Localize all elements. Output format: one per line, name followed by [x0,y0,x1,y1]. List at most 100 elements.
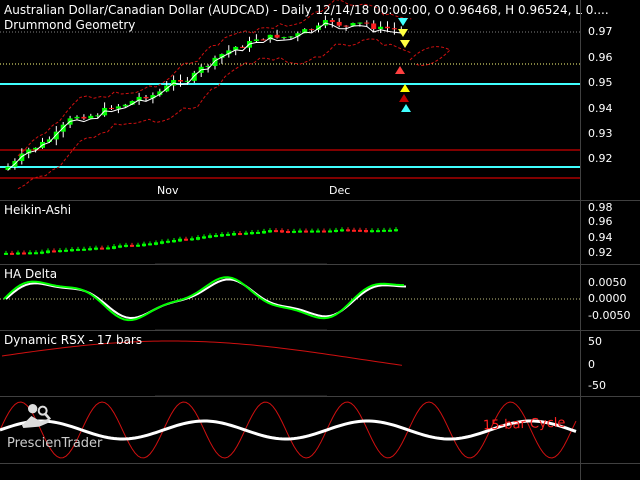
ha-body [238,233,242,236]
ha-body [46,250,50,254]
ha-delta-pane[interactable]: HA Delta [0,265,580,329]
heikin-tick: 0.94 [588,231,613,244]
ha-body [64,249,68,252]
rsx-tick: 0 [588,358,595,371]
ha-body [40,251,44,254]
signal-triangle [399,94,409,102]
price-tick: 0.97 [588,25,613,38]
heikin-ashi-label: Heikin-Ashi [4,203,72,217]
ha-body [256,231,260,234]
price-tick: 0.92 [588,152,613,165]
ha-body [52,250,56,253]
ha-body [358,229,362,232]
candle-body [253,39,259,42]
ha-body [124,244,128,247]
ha-body [226,233,230,236]
main-price-axis[interactable]: 0.97 0.96 0.95 0.94 0.93 0.92 [580,0,640,200]
candle-body [385,26,390,29]
delta-tick: 0.0000 [588,292,627,305]
ha-body [388,229,392,232]
ha-body [118,245,122,248]
price-tick: 0.93 [588,127,613,140]
signal-triangle [401,104,411,112]
ha-body [340,229,344,232]
ha-body [148,243,152,246]
signal-triangle [395,66,405,74]
candle-body [288,36,294,38]
ha-body [370,230,374,233]
heikin-ashi-chart[interactable] [0,201,580,263]
signal-triangle [400,40,410,48]
candle-body [109,107,114,109]
candle-body [329,20,335,22]
ha-body [220,234,224,237]
candle-body [378,26,384,30]
ha-body [100,247,104,250]
ha-body [274,230,278,233]
delta-tick: 0.0050 [588,276,627,289]
candle-body [122,104,128,107]
bottom-separator [0,463,640,464]
candle-body [350,23,356,26]
reader-icon [22,404,52,428]
rsx-axis[interactable]: 50 0 -50 [580,331,640,395]
projection-line [409,46,451,66]
candle-body [260,39,266,41]
ha-body [82,248,86,251]
ha-body [334,229,338,232]
rsx-label: Dynamic RSX - 17 bars [4,333,143,347]
ha-body [10,252,14,255]
ha-body [58,250,62,253]
candle-body [281,37,287,39]
price-tick: 0.96 [588,51,613,64]
price-tick: 0.95 [588,76,613,89]
heikin-ashi-axis[interactable]: 0.98 0.96 0.94 0.92 [580,201,640,263]
candle-body [81,116,87,119]
ha-body [364,229,368,233]
ha-body [268,230,272,233]
ha-body [94,247,98,250]
signal-triangle [398,18,408,26]
ha-body [376,230,380,233]
ha-body [184,238,188,241]
ha-body [286,230,290,233]
rsx-tick: 50 [588,335,602,348]
ha-body [4,252,8,255]
ha-body [16,252,20,255]
ha-delta-axis[interactable]: 0.0050 0.0000 -0.0050 [580,265,640,329]
candle-body [240,46,246,48]
ha-body [298,230,302,233]
ha-body [208,235,212,238]
rsx-pane[interactable]: Dynamic RSX - 17 bars [0,331,580,395]
ha-delta-chart[interactable] [0,265,580,329]
candle-body [391,28,397,30]
candle-body [88,115,94,119]
ha-body [322,230,326,233]
main-pane[interactable]: Australian Dollar/Canadian Dollar (AUDCA… [0,0,609,200]
heikin-ashi-pane[interactable]: Heikin-Ashi [0,201,580,263]
cycle-label: 15-bar Cycle [482,415,566,434]
ha-body [88,248,92,251]
ha-body [310,230,314,233]
ha-body [244,232,248,235]
heikin-tick: 0.96 [588,215,613,228]
ha-delta-label: HA Delta [4,267,58,281]
ha-body [76,248,80,251]
ha-body [160,241,164,244]
ha-body [262,230,266,234]
ha-body [112,246,116,249]
symbol-info: Australian Dollar/Canadian Dollar (AUDCA… [4,3,609,17]
ha-body [142,243,146,247]
chart-window[interactable]: Australian Dollar/Canadian Dollar (AUDCA… [0,0,640,480]
rsx-tick: -50 [588,379,606,392]
ha-body [232,233,236,236]
candle-body [274,34,280,38]
ha-body [394,229,398,232]
date-label-nov: Nov [157,184,179,197]
ha-body [316,230,320,233]
ha-body [250,231,254,235]
ha-body [136,244,140,247]
logo-text: PrescienTrader [7,436,103,451]
ha-body [214,235,218,238]
ha-body [34,252,38,255]
